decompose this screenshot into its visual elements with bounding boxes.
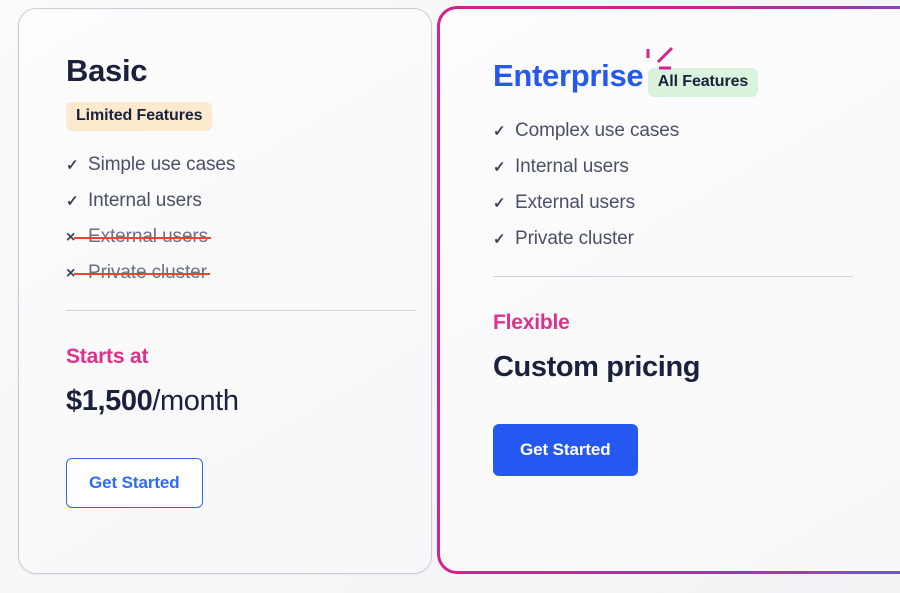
check-icon: ✓ — [493, 159, 506, 176]
check-icon: ✓ — [493, 123, 506, 140]
list-item: ✓ Complex use cases — [493, 121, 853, 140]
feature-label: Complex use cases — [515, 120, 680, 141]
feature-label: Internal users — [515, 156, 629, 177]
price-value-enterprise: Custom pricing — [493, 351, 701, 383]
feature-label: Simple use cases — [88, 154, 236, 175]
enterprise-card-content: Enterprise All Features ✓ Complex use ca… — [493, 46, 853, 476]
check-icon: ✓ — [66, 193, 79, 210]
list-item: ✓ Private cluster — [493, 229, 853, 248]
get-started-button-basic[interactable]: Get Started — [66, 458, 203, 508]
badge-limited-features: Limited Features — [66, 102, 213, 131]
divider — [493, 276, 853, 277]
plan-title-enterprise: Enterprise — [493, 46, 674, 93]
feature-label: External users — [73, 226, 212, 247]
list-item: ✓ Internal users — [66, 191, 416, 210]
feature-list-enterprise: ✓ Complex use cases ✓ Internal users ✓ E… — [493, 121, 853, 248]
price-amount: $1,500 — [66, 385, 153, 417]
plan-title-basic: Basic — [66, 53, 148, 88]
divider — [66, 310, 416, 311]
feature-label: Internal users — [88, 190, 202, 211]
price-label-basic: Starts at — [66, 345, 149, 368]
price-label-enterprise: Flexible — [493, 311, 570, 334]
price-value-basic: $1,500/month — [66, 387, 416, 416]
list-item: ✓ Internal users — [493, 157, 853, 176]
get-started-button-enterprise[interactable]: Get Started — [493, 424, 638, 476]
basic-card-content: Basic Limited Features ✓ Simple use case… — [66, 55, 416, 508]
check-icon: ✓ — [493, 195, 506, 212]
pricing-card-enterprise[interactable]: Enterprise All Features ✓ Complex use ca… — [437, 6, 900, 574]
list-item: × Private cluster — [66, 263, 416, 282]
enterprise-card-surface: Enterprise All Features ✓ Complex use ca… — [440, 9, 900, 571]
check-icon: ✓ — [493, 231, 506, 248]
price-period: /month — [152, 385, 239, 417]
list-item: ✓ Simple use cases — [66, 155, 416, 174]
list-item: × External users — [66, 227, 416, 246]
feature-label: Private cluster — [74, 262, 210, 283]
plan-title-enterprise-text: Enterprise — [493, 58, 644, 93]
feature-label: External users — [515, 192, 636, 213]
pricing-card-basic[interactable]: Basic Limited Features ✓ Simple use case… — [18, 8, 432, 574]
check-icon: ✓ — [66, 157, 79, 174]
list-item: ✓ External users — [493, 193, 853, 212]
feature-label: Private cluster — [515, 228, 634, 249]
feature-list-basic: ✓ Simple use cases ✓ Internal users × Ex… — [66, 155, 416, 282]
sparkle-icon — [646, 46, 674, 70]
pricing-comparison: Basic Limited Features ✓ Simple use case… — [0, 0, 900, 593]
